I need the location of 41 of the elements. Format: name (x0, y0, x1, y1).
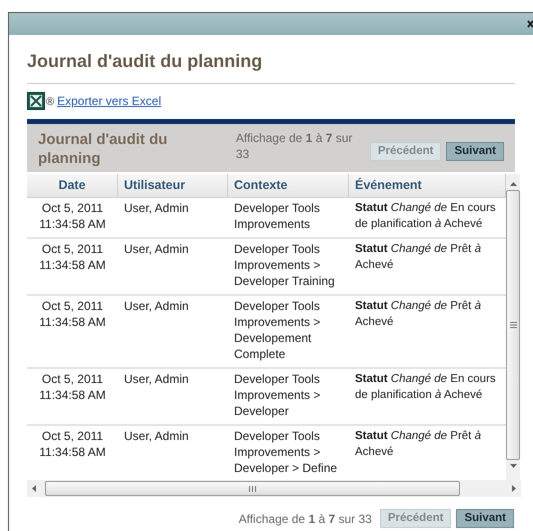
registered-mark: ® (46, 94, 54, 110)
table-cell-text: Developer Tools Improvements > Developer > Define (233, 428, 338, 476)
panel-title: Journal d'audit du planning (38, 130, 168, 168)
close-icon[interactable] (527, 20, 533, 28)
table-cell-text: Oct 5, 2011 11:34:58 AM (38, 241, 107, 274)
table-cell-text: Statut Changé de Prêt à Achevé (354, 299, 482, 330)
scrollbar-thumb[interactable] (45, 481, 460, 496)
export-link[interactable]: Exporter vers Excel (57, 92, 162, 110)
table-cell-text: Oct 5, 2011 11:34:58 AM (38, 200, 107, 232)
table-cell-text: User, Admin (123, 298, 190, 315)
column-header[interactable]: Utilisateur (118, 174, 228, 197)
grip-icon (249, 486, 256, 492)
table-cell-text: Developer Tools Improvements > Developer (233, 371, 322, 419)
table-cell-text: Oct 5, 2011 11:34:58 AM (38, 371, 107, 404)
grip-icon (510, 322, 516, 328)
pager-button[interactable]: Suivant (446, 142, 504, 161)
column-header[interactable]: Contexte (228, 174, 349, 197)
table-cell-text: Oct 5, 2011 11:34:58 AM (38, 298, 107, 331)
table-cell-text: Statut Changé de Prêt à Achevé (354, 242, 482, 273)
table-cell-text: Developer Tools Improvements > Developer Training (233, 241, 336, 289)
table-cell-text: Developer Tools Improvements (233, 200, 321, 232)
spreadsheet-icon[interactable] (27, 92, 45, 110)
pager-button[interactable]: Suivant (456, 509, 514, 528)
table-cell-text: User, Admin (123, 428, 190, 445)
horizontal-scrollbar[interactable] (27, 480, 521, 497)
scroll-right-icon[interactable] (512, 485, 516, 492)
paging-text: Affichage de 1 à 7 sur 33 (238, 510, 372, 528)
table-cell-text: Developer Tools Improvements > Developement Complete (233, 298, 322, 362)
table-cell-text: User, Admin (123, 200, 190, 217)
table-cell-text: Statut Changé de Prêt à Achevé (354, 429, 482, 460)
dialog-title: Journal d'audit du planning (27, 48, 515, 84)
scroll-down-icon[interactable] (510, 464, 516, 468)
paging-text: Affichage de 1 à 7 sur 33 (236, 130, 354, 162)
table-cell-text: User, Admin (123, 371, 190, 388)
table-cell-text: Statut Changé de En cours de planification à Achevé (354, 201, 497, 232)
column-header[interactable]: Date (27, 174, 118, 197)
scroll-up-icon[interactable] (510, 182, 516, 186)
scroll-left-icon[interactable] (32, 485, 36, 492)
table-cell-text: User, Admin (123, 241, 190, 258)
table-cell-text: Oct 5, 2011 11:34:58 AM (38, 428, 107, 461)
table-cell-text: Statut Changé de En cours de planification à Achevé (354, 372, 497, 403)
